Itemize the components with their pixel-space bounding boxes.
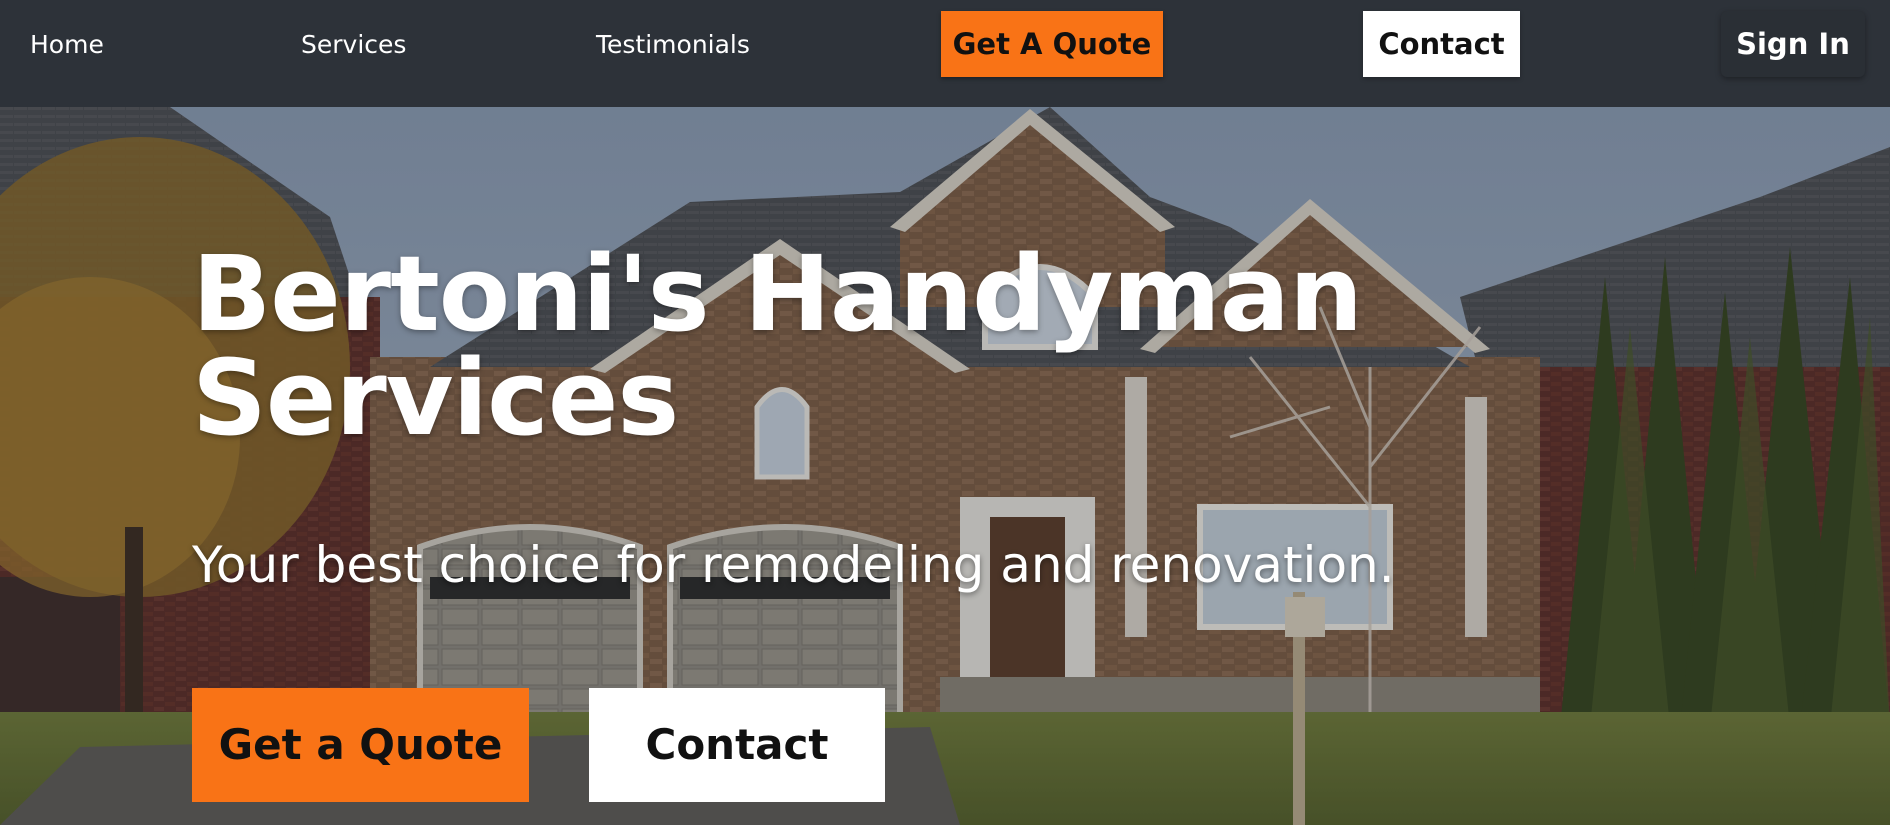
nav-services-link[interactable]: Services [301, 27, 406, 63]
top-nav: Home Services Testimonials Get A Quote C… [0, 0, 1890, 107]
nav-sign-in-button[interactable]: Sign In [1721, 11, 1865, 77]
nav-home-link[interactable]: Home [30, 27, 104, 63]
nav-contact-button[interactable]: Contact [1363, 11, 1520, 77]
hero-title-line2: Services [192, 337, 679, 459]
hero-title-line1: Bertoni's Handyman [192, 233, 1363, 355]
hero-section: Bertoni's Handyman Services Your best ch… [0, 107, 1890, 825]
hero-subtitle: Your best choice for remodeling and reno… [192, 536, 1395, 594]
hero-get-quote-button[interactable]: Get a Quote [192, 688, 529, 802]
hero-title: Bertoni's Handyman Services [192, 242, 1392, 450]
nav-get-quote-button[interactable]: Get A Quote [941, 11, 1163, 77]
nav-testimonials-link[interactable]: Testimonials [596, 27, 750, 63]
hero-contact-button[interactable]: Contact [589, 688, 885, 802]
